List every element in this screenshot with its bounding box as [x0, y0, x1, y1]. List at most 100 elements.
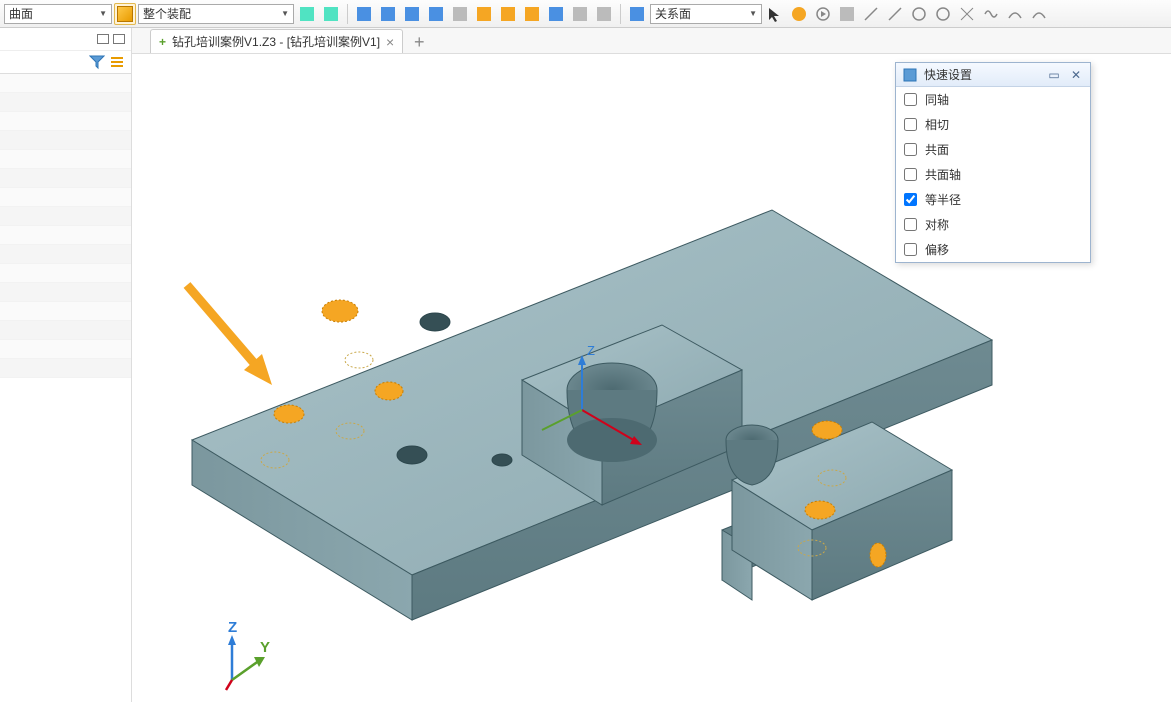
toolbar-button[interactable]: [320, 3, 342, 25]
line-tool[interactable]: [860, 3, 882, 25]
toolbar-button[interactable]: [401, 3, 423, 25]
quick-setting-checkbox[interactable]: [904, 243, 917, 256]
panel-close-button[interactable]: ✕: [1068, 68, 1084, 82]
chevron-down-icon: ▼: [99, 9, 107, 18]
highlight-arrow: [187, 285, 272, 385]
pointer-tool[interactable]: [764, 3, 786, 25]
toolbar-button[interactable]: [569, 3, 591, 25]
tree-row[interactable]: [0, 226, 131, 245]
quick-setting-checkbox[interactable]: [904, 93, 917, 106]
tree-area: [0, 74, 131, 378]
new-tab-button[interactable]: +: [407, 32, 431, 53]
tree-row[interactable]: [0, 131, 131, 150]
tool-icon: [597, 7, 611, 21]
tool-icon: [501, 7, 515, 21]
tree-row[interactable]: [0, 150, 131, 169]
quick-setting-label: 对称: [925, 216, 949, 233]
quick-setting-item[interactable]: 等半径: [896, 187, 1090, 212]
cross-tool[interactable]: [956, 3, 978, 25]
quick-setting-checkbox[interactable]: [904, 193, 917, 206]
tree-row[interactable]: [0, 93, 131, 112]
toolbar-button[interactable]: [377, 3, 399, 25]
list-icon[interactable]: [109, 54, 125, 70]
arc-icon: [1007, 6, 1023, 22]
restore-button[interactable]: [113, 34, 125, 44]
quick-setting-item[interactable]: 对称: [896, 212, 1090, 237]
toolbar-button[interactable]: [425, 3, 447, 25]
cube-icon: [117, 6, 133, 22]
tree-row[interactable]: [0, 321, 131, 340]
toolbar-button[interactable]: [449, 3, 471, 25]
document-tabs: + 钻孔培训案例V1.Z3 - [钻孔培训案例V1] × +: [0, 28, 1171, 54]
tree-row[interactable]: [0, 283, 131, 302]
tree-row[interactable]: [0, 359, 131, 378]
quick-setting-checkbox[interactable]: [904, 118, 917, 131]
line-icon: [887, 6, 903, 22]
line2-tool[interactable]: [884, 3, 906, 25]
quick-setting-checkbox[interactable]: [904, 168, 917, 181]
relation-dropdown[interactable]: 关系面 ▼: [650, 4, 762, 24]
toolbar-button[interactable]: [593, 3, 615, 25]
panel-speech-button[interactable]: ▭: [1046, 68, 1062, 82]
cross-icon: [959, 6, 975, 22]
quick-setting-item[interactable]: 相切: [896, 112, 1090, 137]
arc-tool[interactable]: [1004, 3, 1026, 25]
main-toolbar: 曲面 ▼ 整个装配 ▼ 关系面 ▼: [0, 0, 1171, 28]
tool-icon: [429, 7, 443, 21]
funnel-icon[interactable]: [89, 54, 105, 70]
toolbar-button[interactable]: [626, 3, 648, 25]
toolbar-button[interactable]: [353, 3, 375, 25]
quick-setting-item[interactable]: 偏移: [896, 237, 1090, 262]
surface-dropdown[interactable]: 曲面 ▼: [4, 4, 112, 24]
tool-icon: [357, 7, 371, 21]
assembly-dropdown[interactable]: 整个装配 ▼: [138, 4, 294, 24]
assembly-icon-button[interactable]: [114, 3, 136, 25]
separator: [620, 4, 621, 24]
circle-icon: [935, 6, 951, 22]
tree-row[interactable]: [0, 188, 131, 207]
arc-icon: [1031, 6, 1047, 22]
quick-setting-item[interactable]: 同轴: [896, 87, 1090, 112]
toolbar-button[interactable]: [497, 3, 519, 25]
gear-tool[interactable]: [788, 3, 810, 25]
circle-tool[interactable]: [908, 3, 930, 25]
arc2-tool[interactable]: [1028, 3, 1050, 25]
tool-icon: [381, 7, 395, 21]
tree-row[interactable]: [0, 302, 131, 321]
quick-settings-title: 快速设置: [924, 66, 972, 83]
wave-tool[interactable]: [980, 3, 1002, 25]
y-label: Y: [260, 639, 270, 656]
play-tool[interactable]: [812, 3, 834, 25]
tree-row[interactable]: [0, 207, 131, 226]
circle2-tool[interactable]: [932, 3, 954, 25]
tool-icon: [630, 7, 644, 21]
quick-setting-label: 共面轴: [925, 166, 961, 183]
quick-setting-item[interactable]: 共面轴: [896, 162, 1090, 187]
quick-setting-checkbox[interactable]: [904, 218, 917, 231]
tree-row[interactable]: [0, 340, 131, 359]
toolbar-button[interactable]: [296, 3, 318, 25]
minimize-button[interactable]: [97, 34, 109, 44]
tool-icon: [573, 7, 587, 21]
pointer-icon: [767, 6, 783, 22]
tool-icon: [549, 7, 563, 21]
play-icon: [815, 6, 831, 22]
tree-row[interactable]: [0, 169, 131, 188]
toolbar-button[interactable]: [473, 3, 495, 25]
line-icon: [863, 6, 879, 22]
tab-plus-icon: +: [159, 35, 166, 49]
document-tab[interactable]: + 钻孔培训案例V1.Z3 - [钻孔培训案例V1] ×: [150, 29, 403, 53]
toolbar-button[interactable]: [545, 3, 567, 25]
toolbar-button[interactable]: [521, 3, 543, 25]
tree-row[interactable]: [0, 74, 131, 93]
tree-row[interactable]: [0, 112, 131, 131]
quick-setting-item[interactable]: 共面: [896, 137, 1090, 162]
tree-row[interactable]: [0, 264, 131, 283]
quick-setting-label: 等半径: [925, 191, 961, 208]
tree-row[interactable]: [0, 245, 131, 264]
circle-icon: [911, 6, 927, 22]
assembly-dropdown-label: 整个装配: [143, 5, 191, 22]
quick-setting-checkbox[interactable]: [904, 143, 917, 156]
tab-close-button[interactable]: ×: [386, 34, 394, 50]
toolbar-button[interactable]: [836, 3, 858, 25]
